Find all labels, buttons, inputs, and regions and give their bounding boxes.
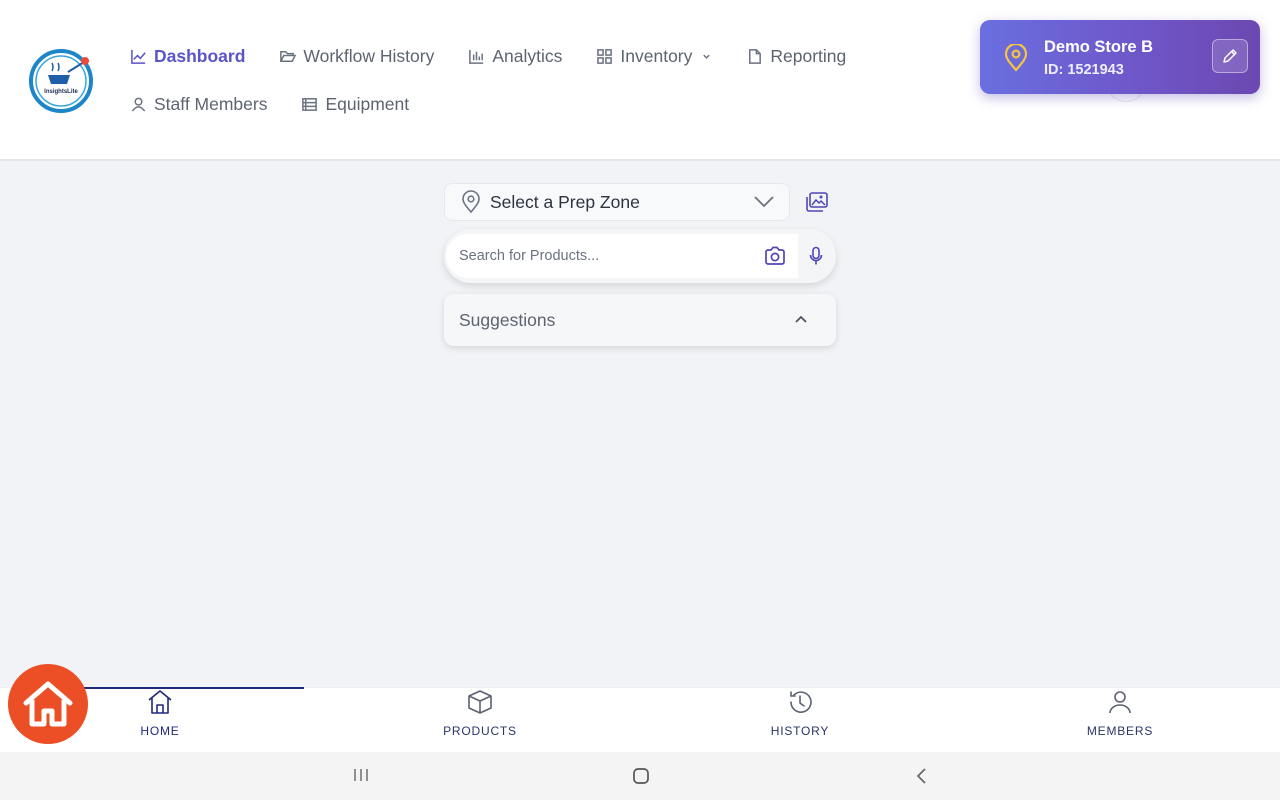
tab-products[interactable]: PRODUCTS [380,688,580,750]
nav-label: Dashboard [154,45,246,66]
nav-label: Analytics [492,45,563,66]
tab-label: HOME [140,724,180,738]
location-pin-icon [1004,44,1028,72]
microphone-icon[interactable] [809,246,823,266]
nav-label: Staff Members [154,93,268,114]
home-icon [148,690,172,714]
suggestions-label: Suggestions [459,310,556,330]
grid-icon [597,48,613,64]
user-icon [131,97,146,112]
nav-label: Equipment [325,93,410,114]
main-nav: Dashboard Workflow History Analytics Inv… [130,32,910,128]
nav-label: Reporting [770,45,847,66]
tab-home[interactable]: HOME [60,688,260,750]
nav-label: Inventory [620,45,693,66]
nav-item-staff-members[interactable]: Staff Members [130,94,267,115]
list-icon [302,97,318,111]
home-icon [23,681,73,727]
history-icon [790,691,812,713]
chevron-up-icon [795,315,807,323]
nav-item-analytics[interactable]: Analytics [468,46,562,67]
app-logo[interactable]: InsightsLite [28,48,94,114]
location-pin-icon [462,190,480,214]
nav-item-inventory[interactable]: Inventory [596,46,712,67]
nav-item-reporting[interactable]: Reporting [746,46,846,67]
back-icon[interactable] [913,766,929,786]
chevron-down-icon [754,196,774,208]
document-icon [749,48,762,64]
tab-history[interactable]: HISTORY [700,688,900,750]
tab-label: MEMBERS [1086,724,1154,738]
store-card: Demo Store B ID: 1521943 [980,20,1260,94]
bar-chart-icon [469,49,484,64]
store-name: Demo Store B [1044,38,1154,56]
edit-store-button[interactable] [1212,39,1248,73]
logo-text: InsightsLite [44,89,78,95]
tab-members[interactable]: MEMBERS [1020,688,1220,750]
image-gallery-icon[interactable] [805,191,829,213]
home-fab-button[interactable] [8,664,88,744]
prep-zone-label: Select a Prep Zone [490,191,640,212]
nav-item-dashboard[interactable]: Dashboard [130,46,245,67]
tab-label: HISTORY [770,724,830,738]
nav-item-workflow-history[interactable]: Workflow History [279,46,434,67]
nav-label: Workflow History [303,45,435,66]
prep-zone-select[interactable]: Select a Prep Zone [444,183,790,221]
store-id: ID: 1521943 [1044,62,1124,78]
folder-open-icon [280,50,297,62]
pencil-icon [1223,49,1237,63]
box-icon [468,690,492,714]
tab-label: PRODUCTS [443,724,517,738]
chart-line-icon [131,49,146,64]
top-header: InsightsLite Dashboard Workflow History … [0,0,1280,161]
chevron-down-icon [703,54,711,59]
home-system-icon[interactable] [631,766,651,786]
suggestions-panel[interactable]: Suggestions [444,294,836,346]
camera-icon[interactable] [764,246,786,266]
nav-item-equipment[interactable]: Equipment [301,94,409,115]
recent-apps-icon[interactable] [352,767,370,783]
search-input[interactable] [446,234,798,278]
person-icon [1109,691,1131,714]
